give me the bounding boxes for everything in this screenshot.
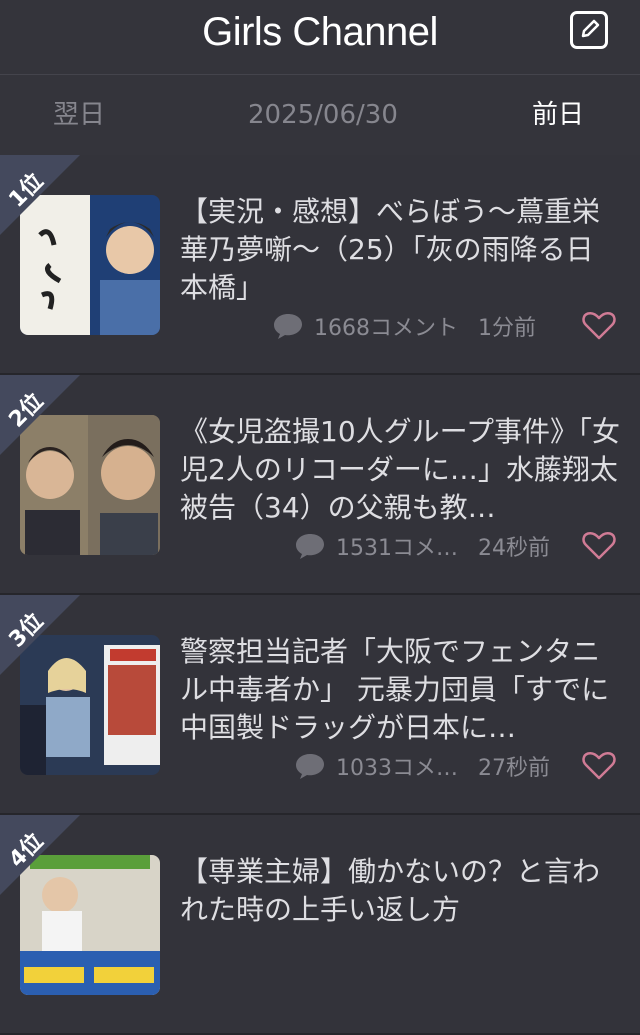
comment-icon	[296, 534, 324, 559]
list-item[interactable]: 4位 【専業主婦】働かないの？と言われた時の上手い返し方	[0, 815, 640, 1035]
next-day-button[interactable]: 翌日	[53, 75, 105, 155]
timestamp: 27秒前	[478, 756, 550, 781]
heart-icon[interactable]	[582, 751, 616, 781]
previous-day-button[interactable]: 前日	[532, 75, 584, 155]
comment-icon	[274, 314, 302, 339]
current-date: 2025/06/30	[248, 100, 398, 130]
topic-title[interactable]: 《女児盗撮10人グループ事件》「女児2人のリコーダーに…」水藤翔太被告（34）の…	[180, 413, 620, 527]
compose-icon[interactable]	[570, 11, 608, 49]
timestamp: 1分前	[478, 316, 536, 341]
topic-meta: 1668コメント 1分前	[272, 308, 616, 344]
list-item[interactable]: 2位 《女児盗撮10人グループ事件》「女児2人のリコーダーに…」水藤翔太被告（3…	[0, 375, 640, 595]
app-title: Girls Channel	[202, 9, 438, 54]
timestamp: 24秒前	[478, 536, 550, 561]
topic-list: 1位 【実況・感想】べらぼう～蔦重栄華乃夢噺～（25）「灰の雨降る日本橋」 16…	[0, 155, 640, 1035]
topic-title[interactable]: 【実況・感想】べらぼう～蔦重栄華乃夢噺～（25）「灰の雨降る日本橋」	[180, 193, 620, 307]
topic-title[interactable]: 【専業主婦】働かないの？と言われた時の上手い返し方	[180, 853, 620, 929]
comment-count: 1668コメント	[314, 316, 458, 341]
topic-meta: 1531コメ… 24秒前	[294, 528, 616, 564]
heart-icon[interactable]	[582, 311, 616, 341]
heart-icon[interactable]	[582, 531, 616, 561]
comment-icon	[296, 754, 324, 779]
topic-meta: 1033コメ… 27秒前	[294, 748, 616, 784]
comment-count: 1531コメ…	[336, 536, 458, 561]
topic-title[interactable]: 警察担当記者「大阪でフェンタニル中毒者か」 元暴力団員「すでに中国製ドラッグが日…	[180, 633, 620, 747]
date-navigation: 翌日 2025/06/30 前日	[0, 75, 640, 155]
list-item[interactable]: 3位 警察担当記者「大阪でフェンタニル中毒者か」 元暴力団員「すでに中国製ドラッ…	[0, 595, 640, 815]
app-header: Girls Channel	[0, 0, 640, 75]
comment-count: 1033コメ…	[336, 756, 458, 781]
list-item[interactable]: 1位 【実況・感想】べらぼう～蔦重栄華乃夢噺～（25）「灰の雨降る日本橋」 16…	[0, 155, 640, 375]
